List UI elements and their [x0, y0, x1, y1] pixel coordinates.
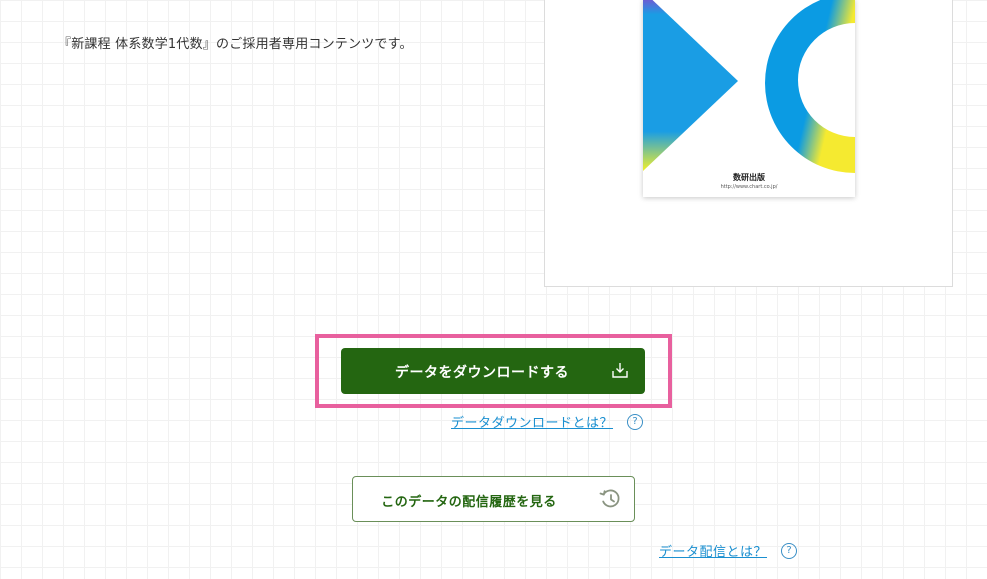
- download-icon: [612, 363, 628, 378]
- data-download-help-link[interactable]: データダウンロードとは？ ?: [451, 412, 644, 431]
- data-distribution-help-text[interactable]: データ配信とは？: [659, 541, 767, 560]
- book-cover: 数研出版 http://www.chart.co.jp/: [643, 0, 855, 197]
- view-history-button[interactable]: このデータの配信履歴を見る: [352, 476, 635, 522]
- cover-image-panel: 数研出版 http://www.chart.co.jp/: [544, 0, 953, 287]
- question-circle-icon[interactable]: ?: [627, 413, 644, 430]
- download-data-label: データをダウンロードする: [395, 365, 569, 381]
- view-history-label: このデータの配信履歴を見る: [381, 495, 557, 510]
- history-clock-icon: [599, 489, 620, 508]
- content-description: 『新課程 体系数学1代数』のご採用者専用コンテンツです。: [58, 37, 413, 52]
- publisher-url: http://www.chart.co.jp/: [720, 184, 778, 190]
- download-data-button[interactable]: データをダウンロードする: [341, 348, 645, 394]
- cover-artwork: [643, 0, 855, 173]
- data-distribution-help-link[interactable]: データ配信とは？ ?: [659, 541, 798, 560]
- data-download-help-text[interactable]: データダウンロードとは？: [451, 412, 613, 431]
- question-circle-icon[interactable]: ?: [781, 542, 798, 559]
- publisher-name: 数研出版: [733, 173, 765, 182]
